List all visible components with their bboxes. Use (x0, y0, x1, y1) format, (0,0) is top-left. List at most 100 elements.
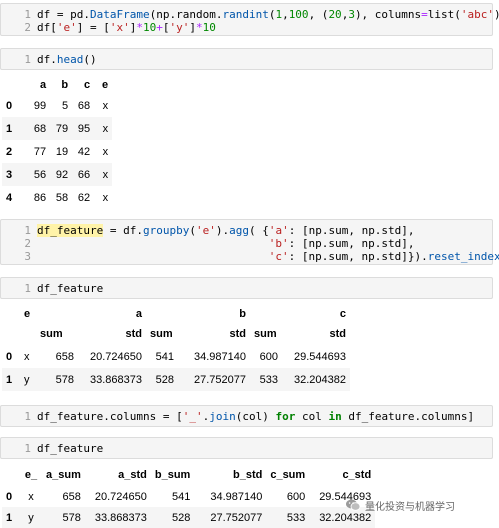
code-cell-5[interactable]: 1 df_feature.columns = ['_'.join(col) fo… (0, 405, 493, 427)
table-cell: 99 (33, 99, 47, 112)
table-cell: 58 (55, 191, 69, 204)
row-index: 2 (6, 145, 13, 158)
table-cell: 600 (259, 350, 278, 363)
row-index: 0 (6, 490, 13, 503)
column-header: b_sum (154, 469, 191, 481)
code-editor[interactable]: df_feature (37, 282, 103, 295)
table-row: 1 68 79 95 x (2, 117, 113, 140)
column-header: sum (150, 328, 173, 340)
code-editor[interactable]: df.head() (37, 53, 97, 66)
table-row: 1 y 578 33.868373 528 27.752077 533 32.2… (2, 368, 350, 391)
table-cell: 66 (72, 163, 95, 186)
code-cell-2[interactable]: 1 df.head() (0, 48, 493, 70)
column-header: sum (254, 328, 277, 340)
code-line: df_feature.columns = ['_'.join(col) for … (37, 410, 475, 423)
row-index: 0 (6, 99, 13, 112)
line-numbers: 1 (24, 53, 31, 66)
column-header: c_sum (270, 469, 306, 481)
code-line: df['e'] = ['x']*10+['y']*10 (37, 21, 216, 34)
table-cell: 528 (150, 507, 195, 528)
table-cell: 79 (50, 117, 73, 140)
table-header-row: sum std sum std sum std (2, 323, 350, 345)
table-cell: 33.868373 (84, 507, 151, 528)
code-editor[interactable]: df = pd.DataFrame(np.random.randint(1,10… (37, 8, 499, 34)
column-header: b (239, 308, 246, 320)
code-line: df.head() (37, 53, 97, 66)
line-numbers: 1 (24, 282, 31, 295)
table-cell: 20.724650 (90, 350, 142, 363)
code-editor[interactable]: df_feature.columns = ['_'.join(col) for … (37, 410, 474, 423)
column-header: e_ (24, 469, 38, 481)
column-header: e (102, 79, 109, 91)
table-cell: 19 (55, 145, 69, 158)
column-header: e (24, 308, 31, 320)
table-row: 3 56 92 66 x (2, 163, 113, 186)
line-numbers: 1 (24, 410, 31, 423)
column-header: c (84, 79, 91, 91)
watermark-text: 量化投资与机器学习 (365, 501, 455, 513)
column-header: std (229, 328, 247, 340)
line-numbers: 12 (24, 8, 31, 34)
code-cell-1[interactable]: 12 df = pd.DataFrame(np.random.randint(1… (0, 3, 499, 36)
column-header: std (125, 328, 143, 340)
column-header: c_std (342, 469, 372, 481)
row-index: 0 (6, 350, 13, 363)
table-cell: 68 (16, 117, 51, 140)
head-output-table: a b c e 0 99 5 68 x 1 68 79 95 x 2 77 19… (2, 76, 113, 209)
table-cell: 62 (77, 191, 91, 204)
flat-output-table: e_ a_sum a_std b_sum b_std c_sum c_std 0… (2, 464, 376, 528)
code-cell-4[interactable]: 1 df_feature (0, 277, 493, 299)
line-numbers: 1 (24, 442, 31, 455)
code-line: df_feature (37, 442, 104, 455)
watermark: 量化投资与机器学习 (345, 496, 455, 514)
column-header: a_sum (46, 469, 81, 481)
code-cell-6[interactable]: 1 df_feature (0, 437, 493, 459)
row-index: 1 (2, 507, 20, 528)
feature-output-table: e a b c sum std sum std sum std 0 x 658 … (2, 305, 350, 391)
table-cell: 578 (36, 368, 78, 391)
table-cell: 92 (50, 163, 73, 186)
table-cell: 658 (62, 490, 81, 503)
table-row: 0 x 658 20.724650 541 34.987140 600 29.5… (2, 345, 350, 368)
column-header: b_std (232, 469, 263, 481)
table-header-row: a b c e (2, 76, 112, 94)
row-index: 1 (2, 368, 20, 391)
table-cell: y (20, 368, 36, 391)
code-editor[interactable]: df_feature (37, 442, 103, 455)
code-line: 'b': [np.sum, np.std], (268, 237, 415, 250)
table-cell: 34.987140 (210, 490, 263, 503)
table-cell: 27.752077 (178, 368, 250, 391)
code-line: df = pd.DataFrame(np.random.randint(1,10… (37, 8, 499, 21)
row-index: 3 (2, 163, 17, 186)
table-header-row: e_ a_sum a_std b_sum b_std c_sum c_std (2, 464, 375, 486)
table-cell: x (24, 350, 30, 363)
table-cell: 27.752077 (194, 507, 267, 528)
table-cell: 56 (16, 163, 51, 186)
table-cell: 95 (72, 117, 95, 140)
code-editor[interactable]: df_feature = df.groupby('e').agg( {'a': … (37, 224, 499, 263)
column-header: sum (40, 328, 63, 340)
table-cell: 541 (171, 490, 191, 503)
table-cell: 33.868373 (78, 368, 146, 391)
code-line: df_feature = df.groupby('e').agg( {'a': … (37, 224, 415, 237)
row-index: 4 (6, 191, 13, 204)
table-cell: 600 (286, 490, 306, 503)
table-cell: 34.987140 (194, 350, 246, 363)
table-cell: 20.724650 (94, 490, 147, 503)
table-cell: 5 (62, 99, 69, 112)
table-cell: x (94, 117, 113, 140)
table-cell: x (94, 163, 113, 186)
table-row: 0 99 5 68 x (2, 94, 112, 117)
column-header: b (61, 79, 69, 91)
code-cell-3[interactable]: 123 df_feature = df.groupby('e').agg( {'… (0, 219, 499, 265)
code-line: df_feature (37, 282, 104, 295)
table-cell: 578 (42, 507, 85, 528)
table-cell: x (102, 145, 109, 158)
column-header: std (329, 328, 347, 340)
table-cell: 658 (55, 350, 74, 363)
table-cell: x (102, 99, 109, 112)
table-row: 4 86 58 62 x (2, 186, 112, 209)
table-cell: 29.544693 (294, 350, 346, 363)
row-index: 1 (2, 117, 17, 140)
table-cell: 528 (146, 368, 178, 391)
